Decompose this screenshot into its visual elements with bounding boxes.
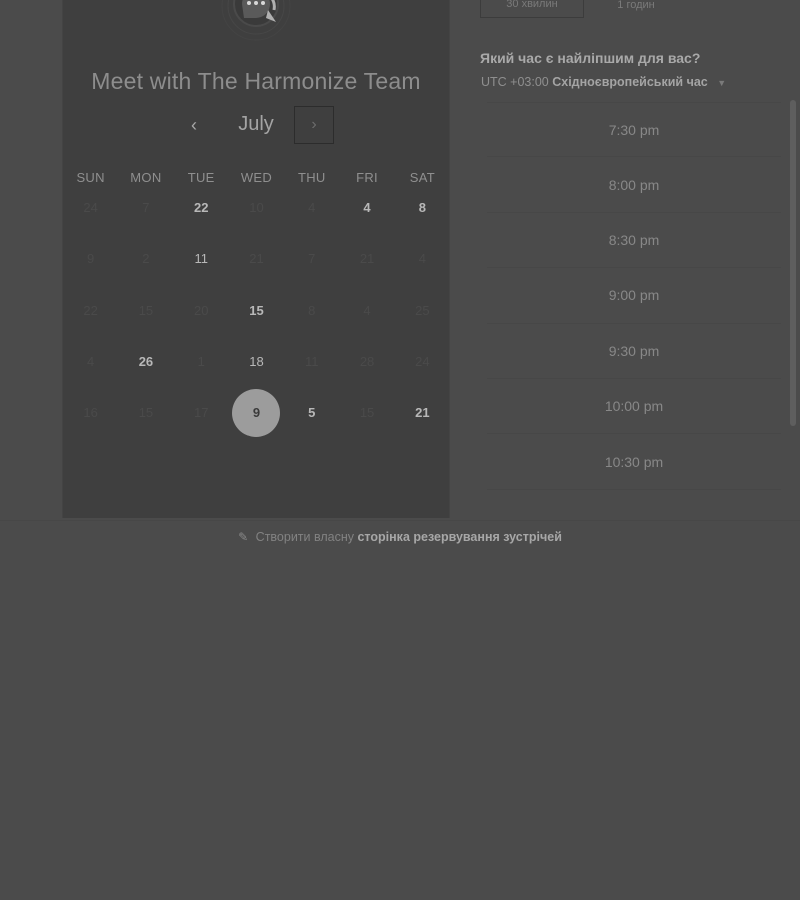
calendar-day: 24 <box>415 354 430 370</box>
footer: ✎ Створити власну сторінка резервування … <box>0 530 800 544</box>
calendar-day[interactable]: 26 <box>118 336 173 387</box>
calendar-day[interactable]: 11 <box>174 233 229 284</box>
calendar-day: 22 <box>83 302 98 318</box>
calendar-day[interactable]: 21 <box>395 387 450 438</box>
selected-day-label: 9 <box>232 388 281 437</box>
time-slot-scrollbar[interactable] <box>790 100 796 426</box>
calendar-day: 4 <box>308 200 316 216</box>
caret-down-icon: ▼ <box>717 78 727 88</box>
time-slot[interactable]: 7:30 pm <box>487 102 781 158</box>
calendar-day: 10 <box>249 200 264 216</box>
time-slot[interactable]: 9:30 pm <box>487 324 781 379</box>
calendar-day[interactable]: 4 <box>339 182 394 233</box>
calendar-day: 17 <box>193 405 209 421</box>
calendar-day[interactable]: 18 <box>229 336 284 387</box>
timezone-offset: UTC +03:00 <box>481 75 549 89</box>
calendar-day-grid: 24 7 22 10 4 4 8 9 2 11 21 7 21 4 22 15 20 15 8 4 25 4 26 1 18 11… <box>63 182 450 438</box>
calendar-day: 7 <box>308 251 316 267</box>
calendar-week-row: 16 15 17 9 5 15 21 <box>63 387 450 438</box>
timezone-selector[interactable]: UTC +03:00 Східноєвропейський час ▼ <box>481 75 726 89</box>
calendar-day: 2 <box>142 251 150 267</box>
calendar-day: 9 <box>87 251 95 267</box>
calendar-day[interactable]: 22 <box>174 182 229 233</box>
calendar-day[interactable]: 8 <box>395 182 450 233</box>
calendar-day: 24 <box>83 200 98 216</box>
event-title: Meet with The Harmonize Team <box>91 68 421 94</box>
timezone-name: Східноєвропейський час <box>552 75 708 89</box>
calendar-day: 15 <box>359 405 375 421</box>
calendar-day[interactable]: 15 <box>229 285 284 336</box>
wand-icon: ✎ <box>238 530 249 544</box>
time-question-heading: Який час є найліпшим для вас? <box>480 50 701 66</box>
calendar-day: 16 <box>83 405 98 421</box>
calendar-day: 28 <box>359 354 375 370</box>
previous-month-button[interactable]: ‹ <box>182 114 206 138</box>
calendar-day: 15 <box>138 405 154 421</box>
calendar-day-selected[interactable]: 9 <box>229 387 284 438</box>
calendar-day: 4 <box>363 302 371 318</box>
footer-prefix: Створити власну <box>255 530 354 544</box>
time-slot[interactable]: 10:00 pm <box>487 379 781 435</box>
calendar-day: 21 <box>249 251 264 267</box>
month-label: July <box>238 113 274 135</box>
calendar-day: 4 <box>418 251 426 267</box>
create-booking-page-link[interactable]: сторінка резервування зустрічей <box>357 530 561 544</box>
calendar-day: 7 <box>142 200 150 216</box>
time-slot-list: 7:30 pm 8:00 pm 8:30 pm 9:00 pm 9:30 pm … <box>487 102 781 490</box>
calendar-week-row: 24 7 22 10 4 4 8 <box>63 182 450 233</box>
duration-tab-30min[interactable]: 30 хвилин <box>480 0 584 18</box>
time-slot[interactable]: 9:00 pm <box>487 268 781 324</box>
calendar-week-row: 4 26 1 18 11 28 24 <box>63 336 450 387</box>
time-slot[interactable]: 8:00 pm <box>487 157 781 213</box>
calendar-day: 20 <box>193 302 209 318</box>
calendar-day: 8 <box>308 302 316 318</box>
duration-tab-1hour[interactable]: 1 годин <box>584 0 688 18</box>
calendar-day: 15 <box>138 302 154 318</box>
calendar-week-row: 9 2 11 21 7 21 4 <box>63 233 450 284</box>
calendar-week-row: 22 15 20 15 8 4 25 <box>63 285 450 336</box>
footer-divider <box>0 520 800 521</box>
time-slot[interactable]: 10:30 pm <box>487 434 781 490</box>
calendar-day[interactable]: 5 <box>284 387 339 438</box>
month-navigation: ‹ July › <box>62 106 450 146</box>
calendar-day: 1 <box>197 354 205 370</box>
calendar-day: 4 <box>87 354 95 370</box>
chat-bubble-logo-icon <box>218 0 294 44</box>
time-slot[interactable]: 8:30 pm <box>487 213 781 269</box>
calendar-day: 21 <box>359 251 375 267</box>
calendar-day: 25 <box>415 302 430 318</box>
duration-tabs: 30 хвилин 1 годин <box>480 0 688 18</box>
next-month-button[interactable]: › <box>294 106 334 144</box>
calendar-day: 11 <box>305 354 319 370</box>
